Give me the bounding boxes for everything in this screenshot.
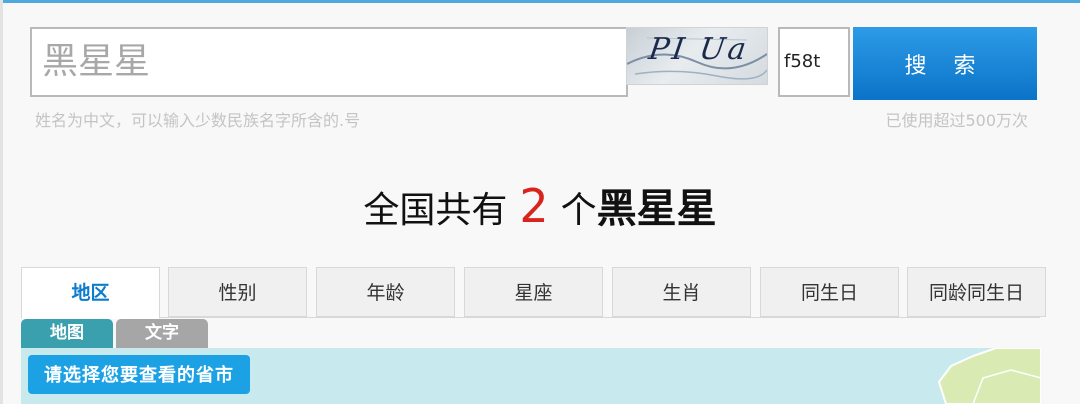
search-button[interactable]: 搜 索 — [853, 27, 1037, 100]
tab-underline — [160, 317, 1040, 318]
result-summary: 全国共有 2 个黑星星 — [0, 176, 1080, 234]
tab-age[interactable]: 年龄 — [316, 267, 455, 317]
select-province-button[interactable]: 请选择您要查看的省市 — [28, 355, 250, 394]
usage-count-text: 已使用超过500万次 — [885, 111, 1028, 130]
tab-constellation[interactable]: 星座 — [464, 267, 603, 317]
captcha-code-input[interactable] — [778, 27, 850, 97]
captcha-image[interactable]: PI Ua — [626, 27, 768, 85]
tab-region[interactable]: 地区 — [21, 267, 160, 319]
subtab-text[interactable]: 文字 — [116, 319, 208, 348]
result-name: 黑星星 — [596, 186, 717, 232]
tab-same-age-birthday[interactable]: 同龄同生日 — [907, 267, 1046, 317]
name-search-input[interactable] — [30, 27, 628, 97]
tab-same-birthday[interactable]: 同生日 — [760, 267, 899, 317]
subtab-map[interactable]: 地图 — [21, 319, 113, 348]
result-count: 2 — [519, 179, 549, 233]
tab-gender[interactable]: 性别 — [168, 267, 307, 317]
captcha-text: PI Ua — [646, 32, 752, 67]
result-unit: 个 — [560, 190, 597, 231]
top-accent-bar — [0, 0, 1080, 3]
stats-tabs: 地区 性别 年龄 星座 生肖 同生日 同龄同生日 — [21, 267, 1046, 319]
result-prefix: 全国共有 — [363, 190, 508, 231]
name-input-hint: 姓名为中文，可以输入少数民族名字所含的.号 — [35, 111, 361, 130]
tab-zodiac[interactable]: 生肖 — [612, 267, 751, 317]
